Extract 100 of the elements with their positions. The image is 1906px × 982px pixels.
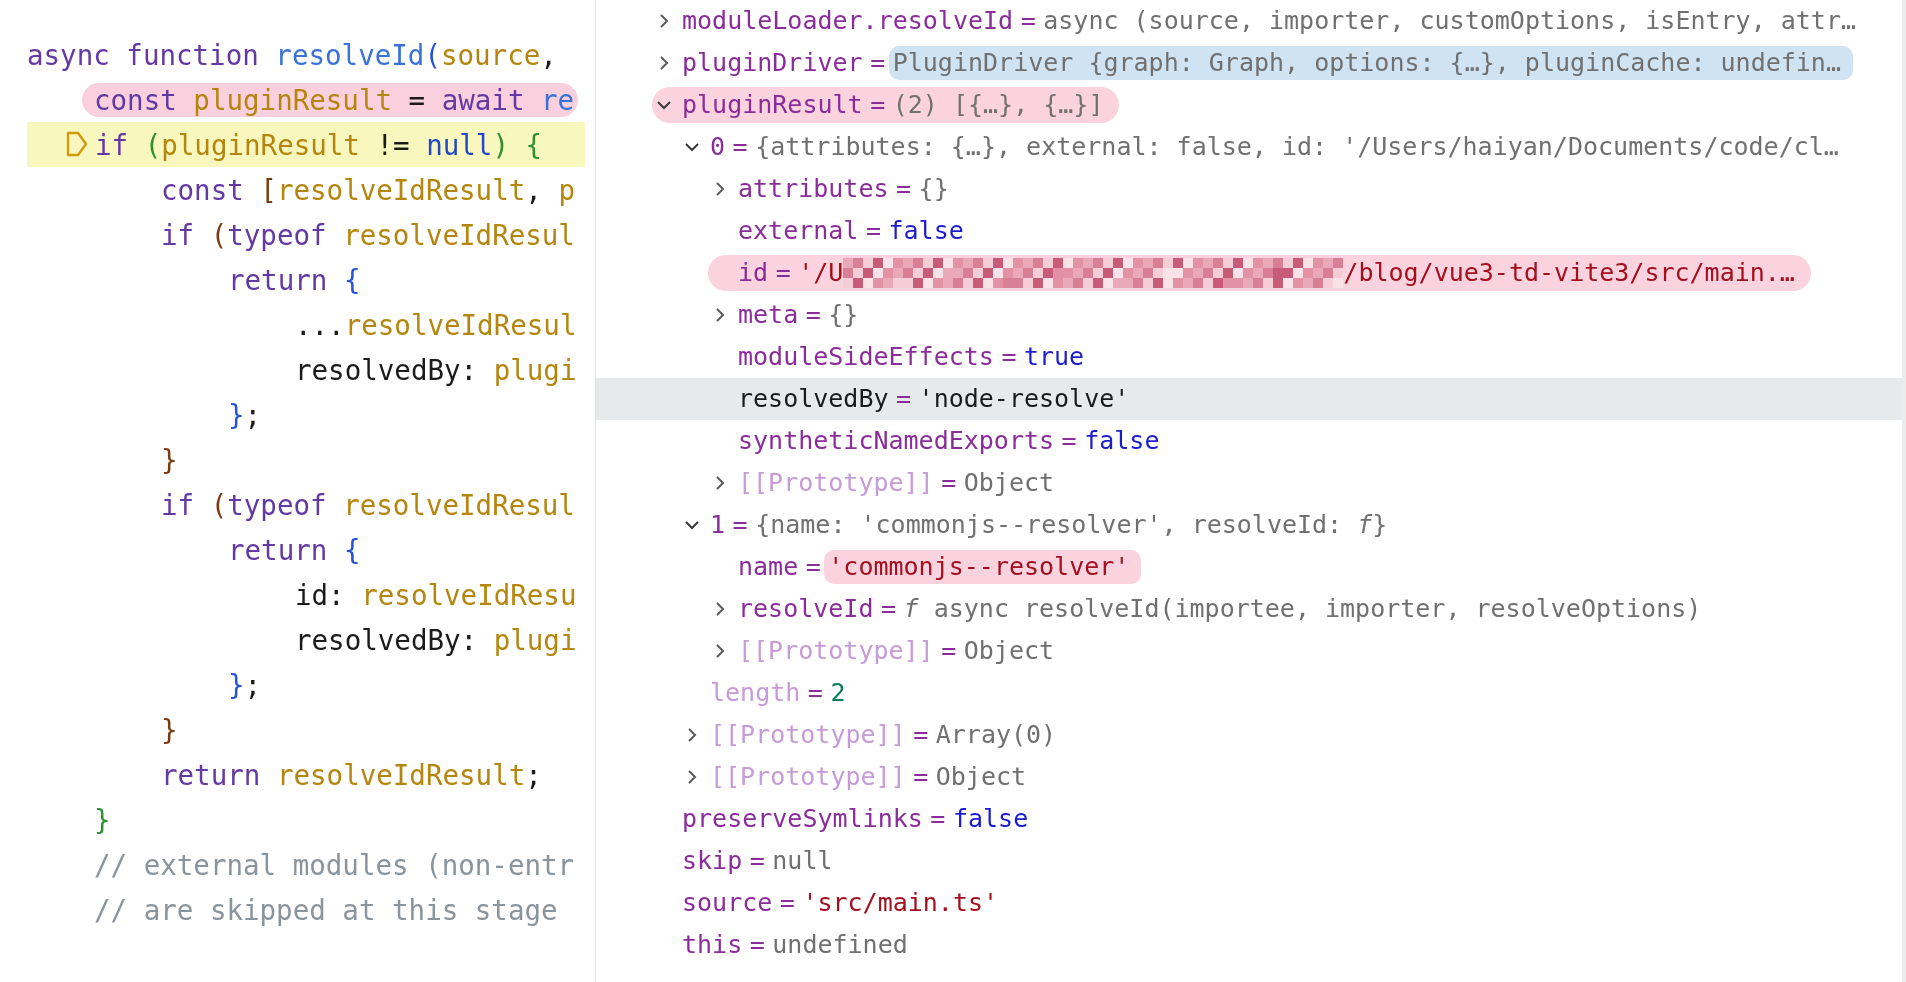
variable-value: Object: [935, 761, 1027, 793]
equals-sign: =: [881, 593, 897, 625]
variable-value: async (source, importer, customOptions, isEntry, attr…: [1043, 5, 1856, 37]
chevron-right-icon[interactable]: [659, 55, 669, 71]
code-line: }: [94, 802, 111, 837]
code-line: // are skipped at this stage: [94, 892, 558, 927]
variable-name: preserveSymlinks: [682, 803, 923, 835]
code-line: resolvedBy: plugi: [295, 352, 577, 387]
chevron-right-icon[interactable]: [687, 727, 697, 743]
code-line: if (typeof resolveIdResul: [161, 487, 575, 522]
equals-sign: =: [805, 299, 821, 331]
code-line: const [resolveIdResult, p: [161, 172, 575, 207]
equals-sign: =: [807, 677, 823, 709]
variable-value: f async resolveId(importee, importer, resolveOptions): [903, 593, 1702, 625]
code-line: ...resolveIdResul: [295, 307, 577, 342]
chevron-right-icon[interactable]: [715, 181, 725, 197]
chevron-right-icon[interactable]: [715, 307, 725, 323]
code-line: async function resolveId(source,: [27, 37, 557, 72]
code-line: };: [228, 397, 262, 432]
variable-name: resolveId: [738, 593, 874, 625]
chevron-right-icon[interactable]: [659, 13, 669, 29]
variable-name: meta: [738, 299, 799, 331]
code-line: };: [228, 667, 262, 702]
equals-sign: =: [896, 383, 912, 415]
code-line: }: [161, 712, 178, 747]
code-line: resolvedBy: plugi: [295, 622, 577, 657]
equals-sign: =: [775, 257, 791, 289]
code-line: if (pluginResult != null) {: [95, 127, 543, 162]
chevron-right-icon[interactable]: [715, 601, 725, 617]
equals-sign: =: [930, 803, 946, 835]
code-line: const pluginResult = await re: [82, 82, 579, 117]
variable-name: this: [682, 929, 743, 961]
variable-value: /blog/vue3-td-vite3/src/main.…: [1343, 257, 1795, 289]
variable-value: false: [888, 215, 964, 247]
variable-value: Object: [963, 467, 1055, 499]
variable-name: 0: [710, 131, 726, 163]
chevron-right-icon[interactable]: [715, 475, 725, 491]
variable-name: external: [738, 215, 859, 247]
variable-name: [[Prototype]]: [738, 635, 934, 667]
variable-value: Object: [963, 635, 1055, 667]
equals-sign: =: [732, 509, 748, 541]
equals-sign: =: [913, 761, 929, 793]
selected-row[interactable]: resolvedBy = 'node-resolve': [596, 378, 1902, 420]
equals-sign: =: [1061, 425, 1077, 457]
equals-sign: =: [732, 131, 748, 163]
variable-value: null: [772, 845, 833, 877]
variable-name: source: [682, 887, 773, 919]
variable-name: moduleSideEffects: [738, 341, 994, 373]
equals-sign: =: [896, 173, 912, 205]
variable-value: 'node-resolve': [918, 383, 1130, 415]
variable-name: pluginResult: [682, 89, 863, 121]
equals-sign: =: [941, 467, 957, 499]
variable-value: {}: [828, 299, 859, 331]
chevron-down-icon[interactable]: [684, 520, 700, 530]
code-line: return {: [228, 262, 361, 297]
code-line: return {: [228, 532, 361, 567]
equals-sign: =: [941, 635, 957, 667]
variable-value: false: [952, 803, 1029, 835]
variable-name: pluginDriver: [682, 47, 863, 79]
equals-sign: =: [1001, 341, 1017, 373]
equals-sign: =: [805, 551, 821, 583]
code-line: return resolveIdResult;: [161, 757, 542, 792]
variable-value: false: [1084, 425, 1160, 457]
equals-sign: =: [749, 929, 765, 961]
variable-name: length: [710, 677, 801, 709]
chevron-right-icon[interactable]: [687, 769, 697, 785]
variable-name: name: [738, 551, 799, 583]
variable-name: id: [738, 257, 769, 289]
variable-name: syntheticNamedExports: [738, 425, 1055, 457]
variable-value: 'src/main.ts': [802, 887, 999, 919]
code-line: // external modules (non-entr: [94, 847, 575, 882]
variable-name: [[Prototype]]: [710, 719, 906, 751]
equals-sign: =: [865, 215, 881, 247]
variable-value: {name: 'commonjs--resolver', resolveId: f}: [755, 509, 1388, 541]
variable-name: skip: [682, 845, 743, 877]
code-line: if (typeof resolveIdResul: [161, 217, 575, 252]
variable-value: {attributes: {…}, external: false, id: '/Users/haiyan/Documents/code/cl…: [755, 131, 1839, 163]
variable-value: '/U: [798, 257, 844, 289]
variable-value: Array(0): [935, 719, 1057, 751]
execution-point-icon: [65, 130, 89, 158]
variable-value: true: [1023, 341, 1085, 373]
equals-sign: =: [1020, 5, 1036, 37]
chevron-down-icon[interactable]: [656, 100, 672, 110]
variable-name: moduleLoader.resolveId: [682, 5, 1014, 37]
equals-sign: =: [913, 719, 929, 751]
equals-sign: =: [870, 89, 886, 121]
variable-value: (2) [{…}, {…}]: [892, 89, 1104, 121]
variable-value: PluginDriver {graph: Graph, options: {…}, pluginCache: undefin…: [888, 46, 1853, 80]
chevron-down-icon[interactable]: [684, 142, 700, 152]
equals-sign: =: [779, 887, 795, 919]
variable-name: attributes: [738, 173, 889, 205]
equals-sign: =: [870, 47, 886, 79]
variable-name: [[Prototype]]: [710, 761, 906, 793]
variable-name: [[Prototype]]: [738, 467, 934, 499]
variable-value: 'commonjs--resolver': [824, 550, 1142, 584]
variable-value: undefined: [772, 929, 908, 961]
variable-name: resolvedBy: [738, 383, 889, 415]
variable-value: 2: [830, 677, 846, 709]
equals-sign: =: [749, 845, 765, 877]
chevron-right-icon[interactable]: [715, 643, 725, 659]
